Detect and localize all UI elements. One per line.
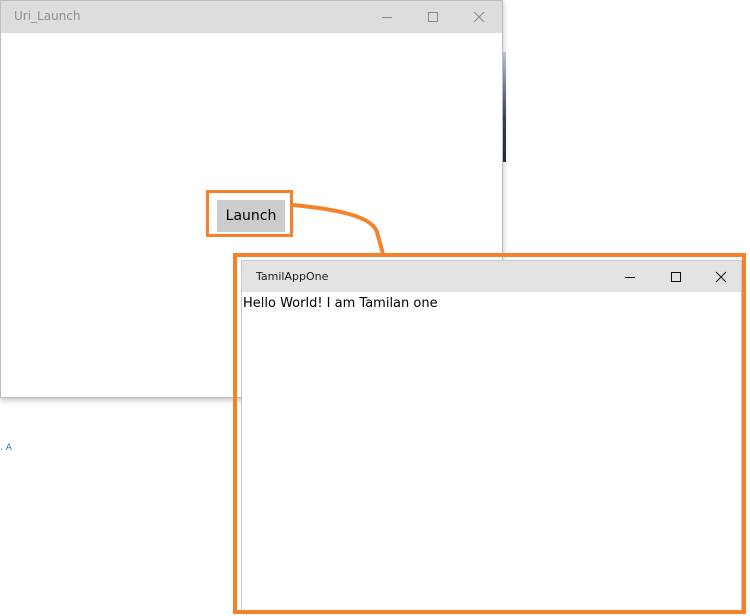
uri-launch-maximize-button[interactable] xyxy=(410,1,456,33)
uri-launch-close-button[interactable] xyxy=(456,1,502,33)
minimize-icon xyxy=(382,17,392,18)
maximize-icon xyxy=(428,12,438,22)
uri-launch-minimize-button[interactable] xyxy=(364,1,410,33)
uri-launch-title: Uri_Launch xyxy=(14,9,81,23)
tamil-app-window-highlight xyxy=(233,253,746,614)
background-text: . A xyxy=(0,443,12,453)
uri-launch-titlebar[interactable]: Uri_Launch xyxy=(1,1,502,33)
launch-button-highlight xyxy=(206,190,293,237)
close-icon xyxy=(473,11,485,23)
